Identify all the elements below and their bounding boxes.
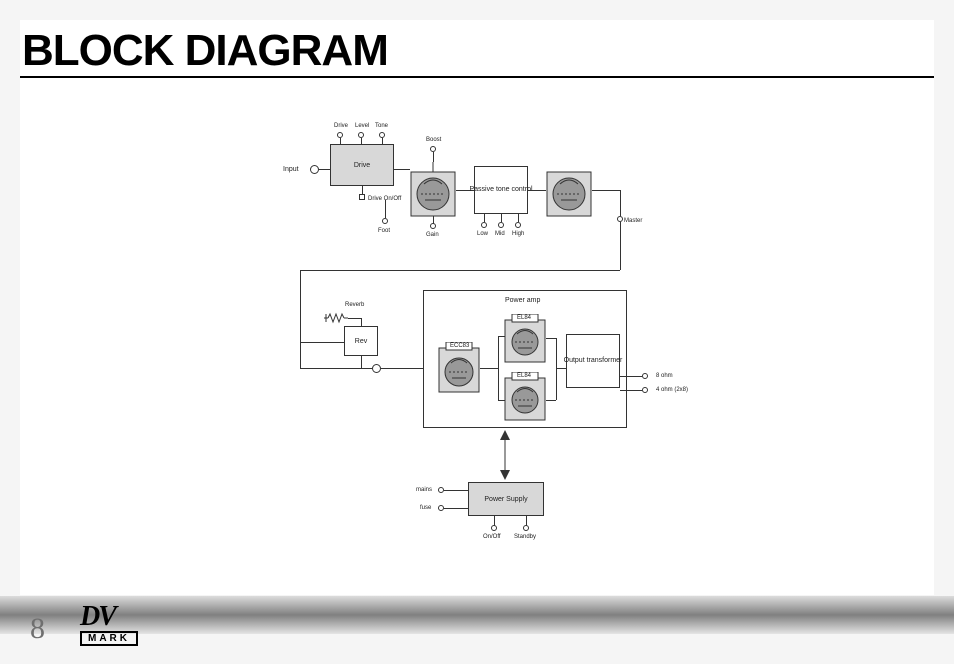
label-drive-knob: Drive [334,123,348,129]
label-boost: Boost [426,137,441,143]
knob-fuse [438,505,444,511]
knob-onoff [491,525,497,531]
label-el84-top: EL84 [517,315,531,321]
block-power-supply: Power Supply [468,482,544,516]
label-input: Input [283,166,299,173]
block-diagram: Input Drive Level Tone Drive Drive On/Of… [280,120,920,560]
wire [319,169,330,170]
knob-mid [498,222,504,228]
jack-8ohm [642,373,648,379]
page-number: 8 [30,612,45,646]
block-passive-tone: Passive tone control [474,166,528,214]
block-passive-tone-label: Passive tone control [469,186,532,194]
tube-preamp-2 [546,162,592,218]
label-master: Master [624,218,642,224]
tube-ecc83 [438,342,480,394]
knob-low [481,222,487,228]
knob-gain [430,223,436,229]
logo: DV MARK [80,606,138,646]
label-fuse: fuse [420,505,431,511]
label-reverb: Reverb [345,302,364,308]
block-rev: Rev [344,326,378,356]
label-output-transformer: Output transformer [564,357,623,365]
knob-mains [438,487,444,493]
page-title: BLOCK DIAGRAM [20,20,934,78]
label-mains: mains [416,487,432,493]
label-tone-knob: Tone [375,123,388,129]
summing-node [372,364,381,373]
jack-4ohm [642,387,648,393]
tube-preamp-1 [410,162,456,218]
label-ecc83: ECC83 [450,343,469,349]
label-standby: Standby [514,534,536,540]
spring-icon [324,312,348,324]
knob-standby [523,525,529,531]
label-low: Low [477,231,488,237]
label-4ohm: 4 ohm (2x8) [656,387,688,393]
block-drive-label: Drive [354,162,370,169]
block-rev-label: Rev [355,338,367,345]
logo-bottom: MARK [80,631,138,646]
footer-band [0,596,954,634]
block-output-transformer: Output transformer [566,334,620,388]
tube-el84-bottom [504,372,546,422]
label-power-amp: Power amp [505,297,540,304]
knob-foot [382,218,388,224]
switch-drive-onoff [359,194,365,200]
label-high: High [512,231,524,237]
label-gain: Gain [426,232,439,238]
label-level-knob: Level [355,123,369,129]
jack-input [310,165,319,174]
label-8ohm: 8 ohm [656,373,673,379]
label-power-supply: Power Supply [484,496,527,503]
label-el84-bottom: EL84 [517,373,531,379]
label-onoff: On/Off [483,534,501,540]
label-mid: Mid [495,231,505,237]
logo-top: DV [80,606,138,628]
tube-el84-top [504,314,546,364]
label-foot: Foot [378,228,390,234]
block-drive: Drive [330,144,394,186]
arrow-double-icon [490,430,520,480]
knob-high [515,222,521,228]
